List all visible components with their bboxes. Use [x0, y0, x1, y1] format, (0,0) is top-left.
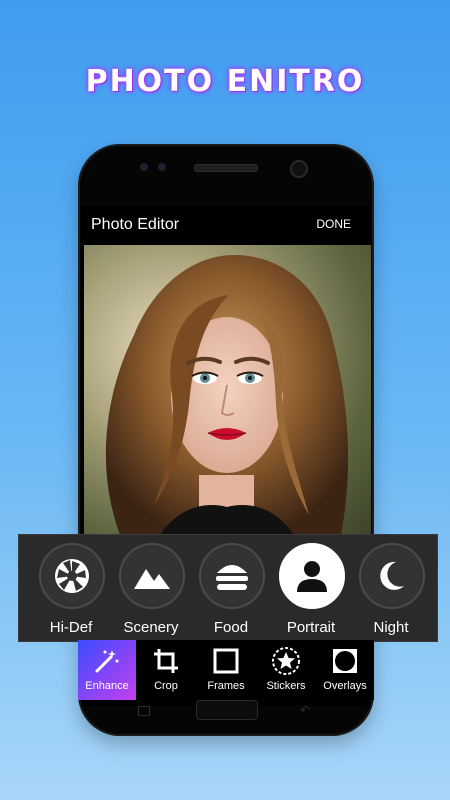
- tool-frames[interactable]: Frames: [196, 640, 256, 700]
- tool-label: Frames: [207, 680, 245, 692]
- overlay-icon: [316, 646, 374, 676]
- filter-scenery[interactable]: Scenery: [117, 543, 187, 639]
- filter-label: Hi-Def: [49, 619, 93, 636]
- done-button[interactable]: DONE: [316, 217, 351, 231]
- proximity-sensor: [140, 163, 148, 171]
- tool-label: Stickers: [266, 680, 306, 692]
- mountains-icon: [119, 543, 185, 609]
- light-sensor: [158, 163, 166, 171]
- edited-photo[interactable]: [84, 245, 371, 545]
- crop-icon: [136, 646, 196, 676]
- back-icon[interactable]: ↶: [300, 703, 310, 717]
- aperture-icon: [39, 543, 105, 609]
- tool-enhance[interactable]: Enhance: [78, 640, 136, 700]
- tool-label: Overlays: [323, 680, 367, 692]
- earpiece-speaker: [194, 164, 258, 172]
- tool-label: Enhance: [85, 680, 129, 692]
- app-bar: Photo Editor DONE: [81, 206, 371, 244]
- filter-panel: Hi-Def Scenery Food Portrait Night: [18, 534, 438, 642]
- tool-stickers[interactable]: Stickers: [256, 640, 316, 700]
- tool-crop[interactable]: Crop: [136, 640, 196, 700]
- magic-wand-icon: [78, 646, 136, 676]
- home-button[interactable]: [196, 700, 258, 720]
- recent-apps-icon[interactable]: [138, 706, 150, 716]
- filter-food[interactable]: Food: [197, 543, 267, 639]
- filter-label: Night: [373, 619, 409, 636]
- frame-icon: [196, 646, 256, 676]
- filter-hi-def[interactable]: Hi-Def: [37, 543, 107, 639]
- filter-label: Scenery: [123, 619, 179, 636]
- filter-portrait[interactable]: Portrait: [277, 543, 347, 639]
- burger-icon: [199, 543, 265, 609]
- tool-label: Crop: [154, 680, 178, 692]
- filter-label: Food: [213, 619, 249, 636]
- filter-label: Portrait: [286, 619, 336, 636]
- person-icon: [279, 543, 345, 609]
- promo-title: PHOTO ENITRO: [85, 64, 365, 99]
- star-sticker-icon: [256, 646, 316, 676]
- portrait-photo-illustration: [105, 255, 349, 545]
- bottom-toolbar: Enhance Crop Frames Stickers Overlays: [78, 640, 374, 700]
- hardware-nav-bar: ↶: [78, 700, 374, 724]
- filter-night[interactable]: Night: [357, 543, 427, 639]
- app-title: Photo Editor: [91, 216, 180, 233]
- front-camera: [290, 160, 308, 178]
- moon-icon: [359, 543, 425, 609]
- tool-overlays[interactable]: Overlays: [316, 640, 374, 700]
